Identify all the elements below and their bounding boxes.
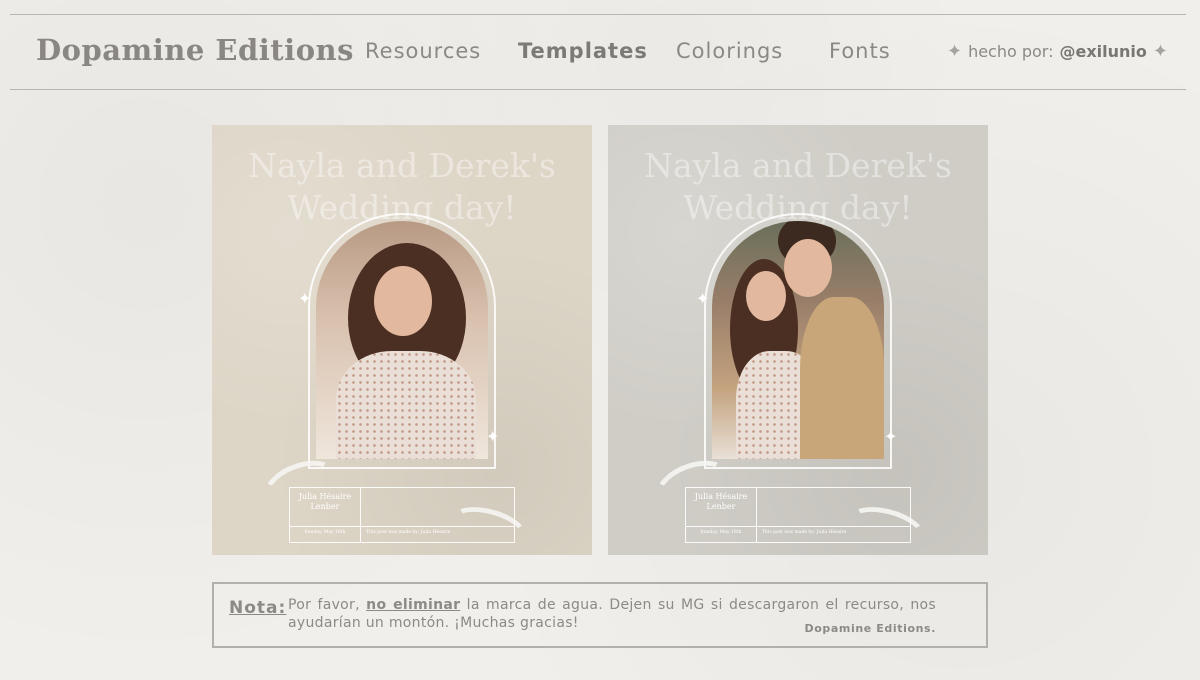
info-box: Julia Hésaire Lenber Sunday, May 18th Th…	[685, 487, 911, 543]
sparkle-icon: ✦	[696, 291, 710, 308]
note-text-before: Por favor,	[288, 597, 360, 613]
sparkle-icon: ✦	[884, 429, 898, 446]
info-footer: This post was made by: Julia Hésaire	[366, 530, 451, 535]
nav-resources[interactable]: Resources	[365, 39, 481, 63]
watermark-note: Nota: Por favor, no eliminar la marca de…	[212, 582, 988, 648]
couple-photo	[712, 221, 884, 459]
sparkle-icon: ✦	[486, 429, 500, 446]
note-signature: Dopamine Editions.	[804, 622, 936, 635]
note-label: Nota:	[229, 598, 287, 618]
author-handle-link[interactable]: @exilunio	[1060, 42, 1147, 61]
info-name: Julia Hésaire Lenber	[694, 492, 748, 511]
nav-templates[interactable]: Templates	[518, 39, 648, 63]
nav-colorings[interactable]: Colorings	[676, 39, 783, 63]
title-line: Nayla and Derek's	[248, 146, 556, 185]
site-header: Dopamine Editions Resources Templates Co…	[10, 14, 1186, 90]
info-date: Sunday, May 18th	[700, 530, 742, 535]
template-preview-2[interactable]: Nayla and Derek's Wedding day! ✦ ✦ Julia…	[608, 125, 988, 555]
sparkle-icon: ✦	[1152, 41, 1168, 62]
info-box: Julia Hésaire Lenber Sunday, May 18th Th…	[289, 487, 515, 543]
info-name: Julia Hésaire Lenber	[298, 492, 352, 511]
author-credit: ✦ hecho por: @exilunio ✦	[947, 41, 1168, 62]
info-date: Sunday, May 18th	[304, 530, 346, 535]
title-line: Nayla and Derek's	[644, 146, 952, 185]
note-emphasis: no eliminar	[366, 597, 461, 613]
portrait-photo	[316, 221, 488, 459]
info-footer: This post was made by: Julia Hésaire	[762, 530, 847, 535]
sparkle-icon: ✦	[298, 291, 312, 308]
template-preview-1[interactable]: Nayla and Derek's Wedding day! ✦ ✦ Julia…	[212, 125, 592, 555]
sparkle-icon: ✦	[946, 41, 963, 62]
nav-fonts[interactable]: Fonts	[829, 39, 891, 63]
credit-prefix: hecho por:	[968, 42, 1054, 61]
